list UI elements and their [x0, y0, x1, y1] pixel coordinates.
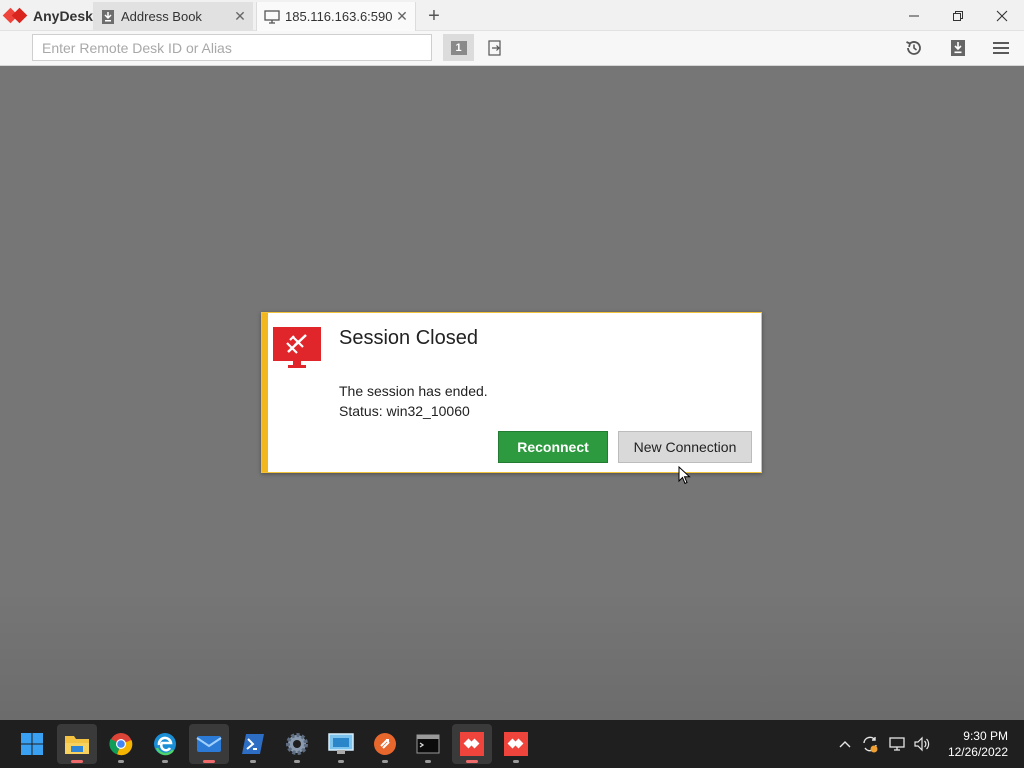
dialog-title: Session Closed	[339, 327, 478, 349]
anydesk-icon-2[interactable]	[496, 724, 536, 764]
title-bar: AnyDesk Address Book ✕ 185.116.163.6:590…	[0, 0, 1024, 31]
session-number-button[interactable]: 1	[443, 34, 474, 61]
file-explorer-icon[interactable]	[57, 724, 97, 764]
tab-remote-session[interactable]: 185.116.163.6:5900 ✕	[256, 2, 416, 31]
monitor-icon	[264, 9, 280, 25]
anydesk-logo-icon	[2, 6, 30, 26]
dialog-message-line: The session has ended.	[339, 383, 488, 399]
minimize-button[interactable]	[892, 0, 936, 31]
tab-label: Address Book	[121, 9, 202, 24]
anydesk-logo[interactable]: AnyDesk	[2, 5, 93, 27]
start-icon[interactable]	[12, 724, 52, 764]
remote-desktop-icon[interactable]	[321, 724, 361, 764]
network-icon[interactable]	[886, 720, 908, 768]
new-connection-button[interactable]: New Connection	[618, 431, 752, 463]
toolbar: 1	[0, 31, 1024, 66]
settings-icon[interactable]	[277, 724, 317, 764]
clock-date: 12/26/2022	[947, 745, 1008, 759]
chrome-icon[interactable]	[101, 724, 141, 764]
volume-icon[interactable]	[911, 720, 933, 768]
session-number: 1	[450, 40, 467, 55]
remote-id-input[interactable]	[32, 34, 432, 61]
powershell-icon[interactable]	[233, 724, 273, 764]
app-name: AnyDesk	[33, 8, 93, 24]
address-book-icon	[100, 9, 116, 25]
tab-label: 185.116.163.6:5900	[285, 9, 392, 24]
edge-icon[interactable]	[145, 724, 185, 764]
mail-icon[interactable]	[189, 724, 229, 764]
window-controls	[892, 0, 1024, 31]
restore-button[interactable]	[936, 0, 980, 31]
dialog-status-line: Status: win32_10060	[339, 403, 470, 419]
dialog-message: The session has ended. Status: win32_100…	[339, 381, 488, 421]
disconnected-monitor-icon	[273, 327, 321, 369]
dialog-accent-bar	[262, 313, 268, 472]
anydesk-old-icon[interactable]	[365, 724, 405, 764]
mouse-cursor-icon	[678, 465, 692, 486]
new-tab-button[interactable]: +	[424, 3, 444, 29]
taskbar: 9:30 PM 12/26/2022	[0, 720, 1024, 768]
clock-time: 9:30 PM	[963, 729, 1008, 743]
sync-icon[interactable]	[859, 720, 881, 768]
anydesk-icon[interactable]	[452, 724, 492, 764]
session-closed-dialog: Session Closed The session has ended. St…	[261, 312, 762, 473]
connect-arrow-icon[interactable]	[484, 37, 506, 59]
tab-close-icon[interactable]: ✕	[230, 8, 250, 25]
clock[interactable]: 9:30 PM 12/26/2022	[948, 728, 1008, 760]
reconnect-button[interactable]: Reconnect	[498, 431, 608, 463]
history-icon[interactable]	[903, 37, 925, 59]
chevron-up-icon[interactable]	[836, 720, 854, 768]
download-icon[interactable]	[947, 37, 969, 59]
tab-close-icon[interactable]: ✕	[392, 8, 412, 25]
close-button[interactable]	[980, 0, 1024, 31]
terminal-icon[interactable]	[408, 724, 448, 764]
tab-address-book[interactable]: Address Book ✕	[93, 2, 253, 31]
menu-icon[interactable]	[990, 37, 1012, 59]
